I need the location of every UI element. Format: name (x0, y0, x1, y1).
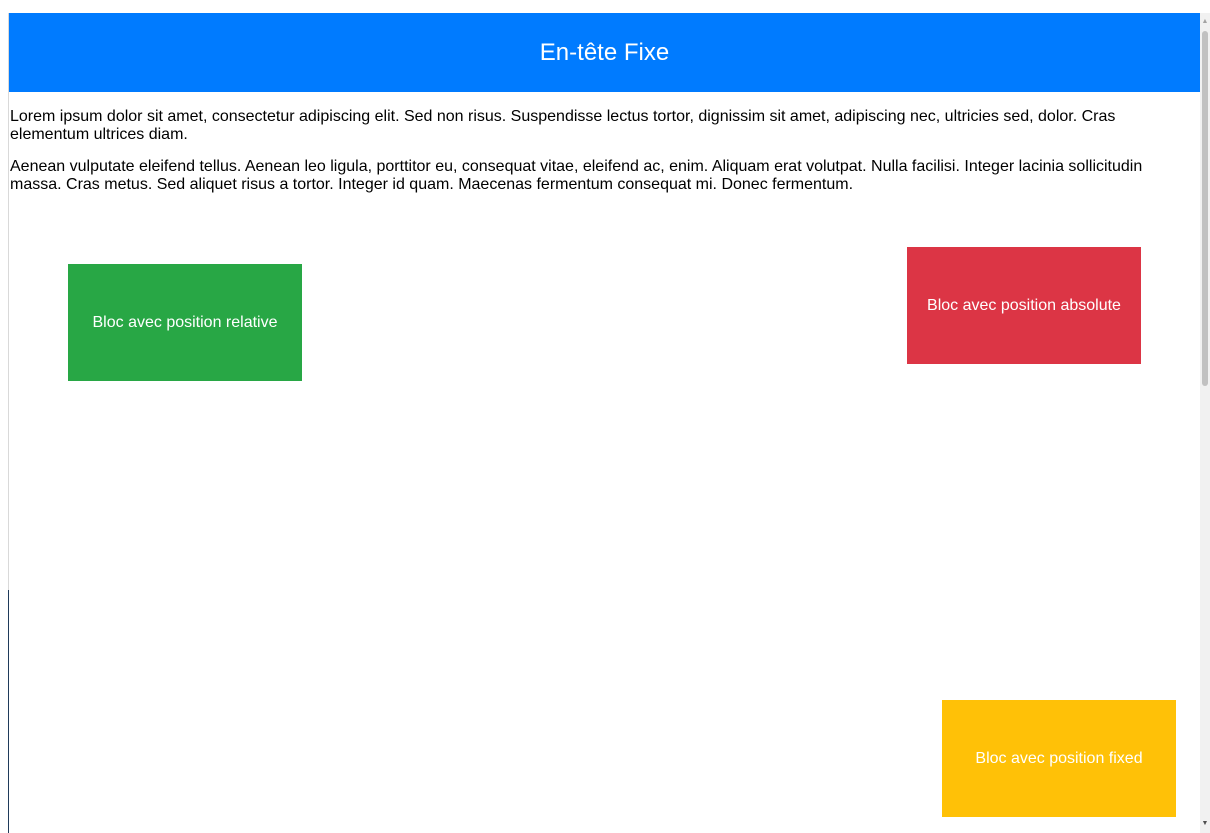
scroll-down-arrow-icon[interactable]: ▼ (1200, 819, 1210, 829)
scroll-up-arrow-icon[interactable]: ▲ (1200, 17, 1210, 27)
fixed-position-block: Bloc avec position fixed (942, 700, 1176, 817)
scrollbar-thumb[interactable] (1202, 31, 1208, 386)
absolute-block-label: Bloc avec position absolute (927, 296, 1121, 314)
main-content: Lorem ipsum dolor sit amet, consectetur … (10, 108, 1194, 208)
page-viewport: En-tête Fixe Lorem ipsum dolor sit amet,… (9, 13, 1200, 833)
absolute-position-block: Bloc avec position absolute (907, 247, 1141, 364)
paragraph-1: Lorem ipsum dolor sit amet, consectetur … (10, 108, 1116, 143)
relative-position-block: Bloc avec position relative (68, 264, 302, 381)
paragraph-2: Aenean vulputate eleifend tellus. Aenean… (10, 158, 1143, 193)
vertical-scrollbar[interactable]: ▲ ▼ (1200, 13, 1210, 833)
fixed-header: En-tête Fixe (9, 13, 1200, 92)
fixed-block-label: Bloc avec position fixed (975, 749, 1143, 767)
header-title: En-tête Fixe (539, 38, 670, 66)
relative-block-label: Bloc avec position relative (92, 313, 278, 331)
